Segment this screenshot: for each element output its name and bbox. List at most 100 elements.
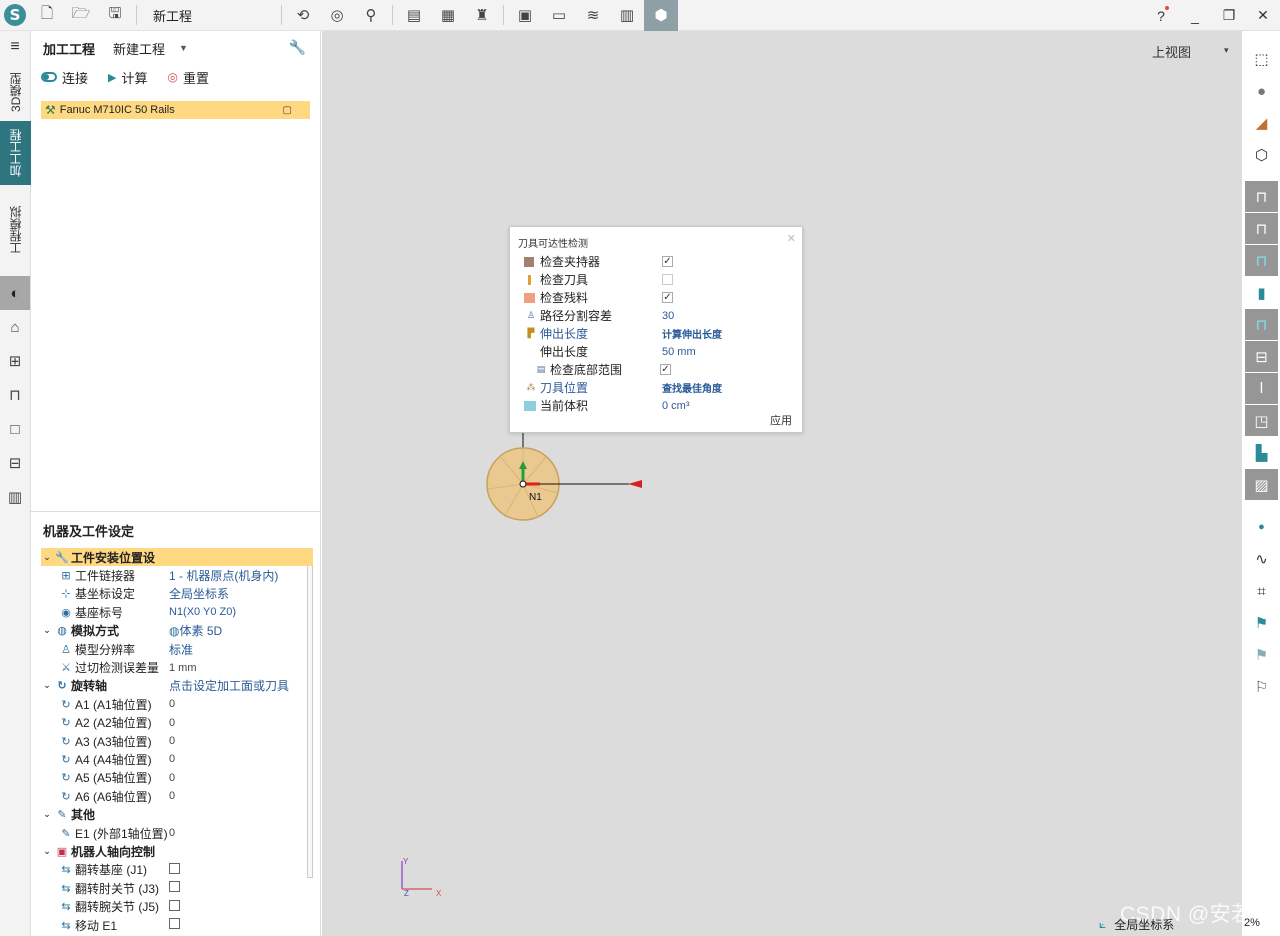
flip-wrist-checkbox[interactable] [169, 899, 180, 911]
simulate-icon[interactable]: ⬢ [644, 0, 678, 31]
tree-value[interactable]: 0 [169, 827, 313, 839]
tree-value[interactable]: 全局坐标系 [169, 585, 313, 602]
check-holder-checkbox[interactable]: ✓ [662, 256, 673, 267]
stock-box-icon[interactable]: □ [0, 412, 30, 446]
wireframe-cube-icon[interactable]: ⬡ [1245, 139, 1278, 171]
tree-value[interactable]: 1 - 机器原点(机身内) [169, 567, 313, 584]
tree-value[interactable]: N1(X0 Y0 Z0) [169, 606, 313, 618]
stock-icon[interactable]: ▥ [610, 0, 644, 31]
check-stock-checkbox[interactable]: ✓ [662, 292, 673, 303]
find-best-angle-link[interactable]: 查找最佳角度 [662, 380, 722, 395]
tree-value[interactable]: 点击设定加工面或刀具 [169, 677, 313, 694]
tree-value[interactable]: 0 [169, 772, 313, 784]
stickout-length-value[interactable]: 50 mm [662, 346, 696, 358]
flip-elbow-checkbox[interactable] [169, 881, 180, 893]
tree-group-rotary-axis[interactable]: ⌄ ↻ 旋转轴 点击设定加工面或刀具 [41, 677, 313, 695]
tree-value[interactable]: 0 [169, 790, 313, 802]
tree-row-a1[interactable]: ↻ A1 (A1轴位置) 0 [41, 695, 313, 713]
chart-icon[interactable]: ≋ [576, 0, 610, 31]
chevron-down-icon[interactable]: ▼ [179, 43, 188, 53]
reset-button[interactable]: ◎ 重置 [168, 68, 210, 87]
rotate-icon[interactable]: ⟲ [286, 0, 320, 31]
minimize-button[interactable]: _ [1178, 0, 1212, 31]
coord-system-label[interactable]: 全局坐标系 [1114, 916, 1174, 933]
3d-viewport[interactable]: 上视图 ▾ N1 Y X Z 刀具可达性检测 ✕ 检查夹持器 ✓ 检查刀具 检查… [322, 31, 1242, 936]
tree-row-a3[interactable]: ↻ A3 (A3轴位置) 0 [41, 732, 313, 750]
tree-row-gouge-tolerance[interactable]: ⚔ 过切检测误差量 1 mm [41, 658, 313, 676]
hamburger-menu-icon[interactable]: ≡ [0, 31, 30, 63]
holder-display-icon[interactable]: ⊓ [1245, 245, 1278, 277]
tree-row-flip-base[interactable]: ⇆ 翻转基座 (J1) [41, 861, 313, 879]
app-logo[interactable]: S [0, 0, 30, 31]
new-file-icon[interactable]: 🗋 [30, 0, 64, 31]
tree-row-flip-elbow[interactable]: ⇆ 翻转肘关节 (J3) [41, 879, 313, 897]
tree-row-a6[interactable]: ↻ A6 (A6轴位置) 0 [41, 787, 313, 805]
check-tool-checkbox[interactable] [662, 274, 673, 285]
tree-row-move-e1[interactable]: ⇆ 移动 E1 [41, 916, 313, 934]
tree-row-a2[interactable]: ↻ A2 (A2轴位置) 0 [41, 714, 313, 732]
tree-group-other[interactable]: ⌄ ✎ 其他 [41, 805, 313, 823]
tree-value[interactable]: 0 [169, 753, 313, 765]
close-button[interactable]: ✕ [1246, 0, 1280, 31]
chevron-down-icon[interactable]: ⌄ [41, 625, 53, 636]
holder-icon[interactable]: ⊞ [0, 344, 30, 378]
sphere-view-icon[interactable]: ● [1245, 75, 1278, 107]
tree-row-part-linker[interactable]: ⊞ 工件链接器 1 - 机器原点(机身内) [41, 566, 313, 584]
tree-value[interactable]: 0 [169, 698, 313, 710]
chevron-down-icon[interactable]: ⌄ [41, 680, 53, 691]
tree-group-fixture-position[interactable]: ⌄ 🔧 工件安装位置设 [41, 548, 313, 567]
chevron-down-icon[interactable]: ⌄ [41, 552, 53, 563]
monitor-icon[interactable]: ▭ [542, 0, 576, 31]
part-display-icon[interactable]: ⊓ [1245, 309, 1278, 341]
library-icon[interactable]: ⊟ [0, 446, 30, 480]
tree-value[interactable]: 1 mm [169, 662, 313, 674]
tree-row-a5[interactable]: ↻ A5 (A5轴位置) 0 [41, 769, 313, 787]
tree-row-base-number[interactable]: ◉ 基座标号 N1(X0 Y0 Z0) [41, 603, 313, 621]
frame-view-icon[interactable]: ⬚ [1245, 43, 1278, 75]
fixture-display-icon[interactable]: ⊟ [1245, 341, 1278, 373]
part-icon[interactable]: ▥ [0, 480, 30, 514]
tree-value[interactable]: 标准 [169, 641, 313, 658]
path-tolerance-value[interactable]: 30 [662, 310, 674, 322]
connect-button[interactable]: 连接 [41, 68, 88, 87]
tree-value[interactable]: ◍体素 5D [169, 622, 313, 639]
wrench-icon[interactable]: 🔧 [289, 39, 306, 56]
tab-project-simulation[interactable]: 工程模拟 [0, 185, 31, 276]
inspect-icon[interactable]: ◎ [320, 0, 354, 31]
tree-row-base-coord[interactable]: ⊹ 基坐标设定 全局坐标系 [41, 585, 313, 603]
compute-stickout-link[interactable]: 计算伸出长度 [662, 326, 722, 341]
fixture-icon[interactable]: ⌂ [0, 310, 30, 344]
flag-filled-icon[interactable]: ⚑ [1245, 607, 1278, 639]
tree-value[interactable]: 0 [169, 717, 313, 729]
tree-row-a4[interactable]: ↻ A4 (A4轴位置) 0 [41, 750, 313, 768]
chevron-down-icon[interactable]: ⌄ [41, 809, 53, 820]
layout-icon[interactable]: ▣ [508, 0, 542, 31]
save-icon[interactable]: 🖫 [98, 0, 132, 31]
tab-machining-project[interactable]: 加工工程 [0, 121, 31, 185]
surface-grid-icon[interactable]: ⌗ [1245, 575, 1278, 607]
restore-button[interactable]: ❐ [1212, 0, 1246, 31]
flag-light-icon[interactable]: ⚑ [1245, 639, 1278, 671]
robot-list-item[interactable]: ⚒ Fanuc M710IC 50 Rails ▢ [41, 101, 310, 119]
point-icon[interactable]: ● [1245, 511, 1278, 543]
help-icon[interactable]: ? [1144, 0, 1178, 31]
project-select[interactable]: 新建工程 [113, 39, 165, 58]
chevron-down-icon[interactable]: ⌄ [41, 846, 53, 857]
move-e1-checkbox[interactable] [169, 918, 180, 929]
tool-holder-icon[interactable]: ⊓ [0, 378, 30, 412]
tree-group-sim-mode[interactable]: ⌄ ◍ 模拟方式 ◍体素 5D [41, 622, 313, 640]
tree-row-flip-wrist[interactable]: ⇆ 翻转腕关节 (J5) [41, 897, 313, 915]
shaded-view-icon[interactable]: ◢ [1245, 107, 1278, 139]
tree-row-resolution[interactable]: ♙ 模型分辨率 标准 [41, 640, 313, 658]
close-icon[interactable]: ✕ [787, 232, 796, 245]
report-icon[interactable]: ▦ [431, 0, 465, 31]
gauge-icon[interactable]: ▙ [1245, 437, 1278, 469]
flip-base-checkbox[interactable] [169, 862, 180, 874]
flag-outline-icon[interactable]: ⚐ [1245, 671, 1278, 703]
rename-icon[interactable]: ▢ [283, 105, 292, 116]
machine-icon[interactable]: ⊓ [1245, 181, 1278, 213]
tree-group-robot-axis-control[interactable]: ⌄ ▣ 机器人轴向控制 [41, 842, 313, 860]
compute-button[interactable]: ▶ 计算 [108, 68, 147, 87]
spindle-icon[interactable]: ⊓ [1245, 213, 1278, 245]
tree-value[interactable]: 0 [169, 735, 313, 747]
